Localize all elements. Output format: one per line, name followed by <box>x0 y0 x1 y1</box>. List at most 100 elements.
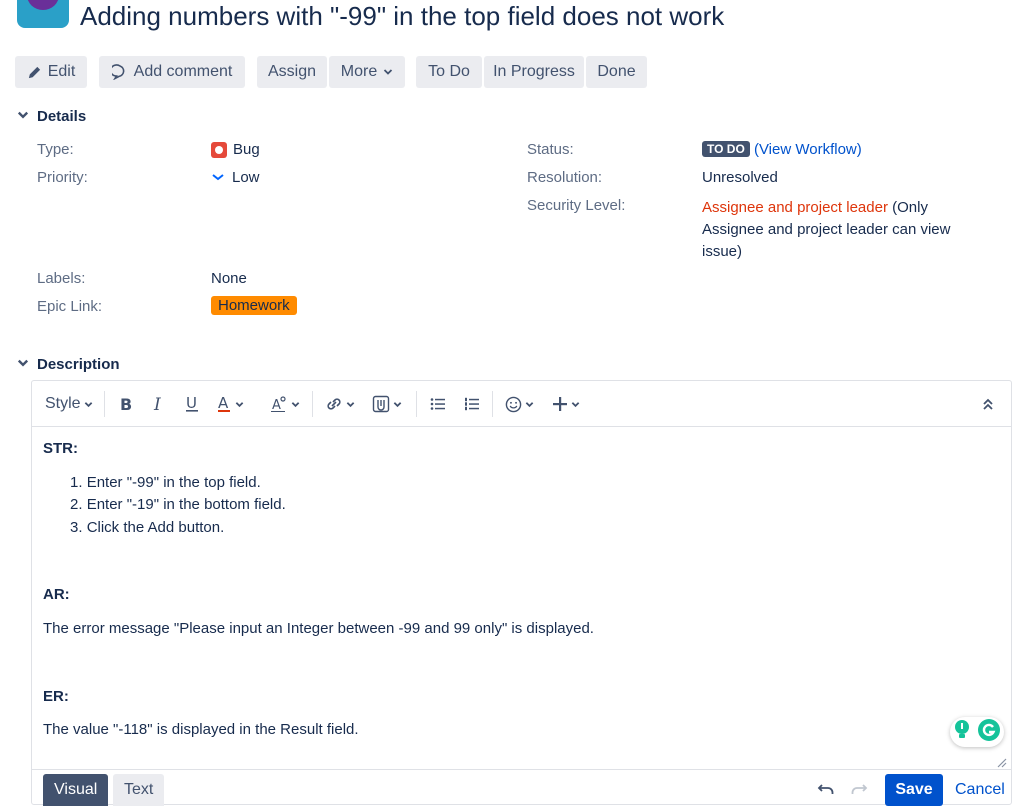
edit-label: Edit <box>47 63 76 80</box>
editor-footer: Visual Text Save Cancel <box>32 769 1011 806</box>
details-heading: Details <box>37 108 87 125</box>
lightbulb-icon[interactable] <box>953 719 971 745</box>
text-mode-tab[interactable]: Text <box>113 774 165 806</box>
collapse-toolbar-button[interactable] <box>982 393 994 415</box>
epic-link-value[interactable]: Homework <box>211 296 297 315</box>
comment-icon <box>111 64 128 80</box>
editor-content[interactable]: STR: 1. Enter "-99" in the top field. 2.… <box>32 428 1011 768</box>
toolbar-divider <box>104 391 105 417</box>
emoji-dropdown[interactable] <box>505 393 534 415</box>
more-button[interactable]: More <box>329 56 405 88</box>
text-color-dropdown[interactable]: A <box>216 393 244 415</box>
undo-icon[interactable] <box>817 782 835 800</box>
svg-text:A: A <box>218 395 229 412</box>
priority-low-icon <box>211 169 225 186</box>
str-heading: STR: <box>43 440 78 457</box>
security-note-line1: (Only <box>892 199 928 216</box>
edit-button[interactable]: Edit <box>15 56 87 88</box>
save-button[interactable]: Save <box>885 774 943 806</box>
bullet-list-icon <box>430 398 445 410</box>
toolbar-divider <box>416 391 417 417</box>
priority-label: Priority: <box>37 169 88 186</box>
attachment-dropdown[interactable] <box>372 393 402 415</box>
bold-button[interactable]: B <box>119 393 133 415</box>
svg-text:I: I <box>153 396 161 412</box>
toolbar-divider <box>492 391 493 417</box>
issue-title: Adding numbers with "-99" in the top fie… <box>80 1 725 31</box>
chevron-down-icon <box>17 356 29 373</box>
toolbar-divider <box>312 391 313 417</box>
underline-button[interactable]: U <box>184 393 200 415</box>
chevron-down-icon <box>84 401 92 407</box>
redo-icon[interactable] <box>850 782 868 800</box>
bold-icon: B <box>120 396 132 412</box>
description-editor[interactable]: Style B I U A A STR: 1. Enter "-99" in t… <box>31 380 1012 806</box>
bullet-list-button[interactable] <box>430 393 446 415</box>
more-label: More <box>340 63 378 80</box>
italic-button[interactable]: I <box>152 393 166 415</box>
bug-icon <box>211 141 227 158</box>
security-note-line2: Assignee and project leader can view <box>702 221 951 238</box>
labels-value: None <box>211 270 247 287</box>
assign-button[interactable]: Assign <box>257 56 327 88</box>
chevron-down-icon <box>525 401 534 407</box>
chevron-down-icon <box>17 108 29 125</box>
link-dropdown[interactable] <box>325 393 355 415</box>
grammarly-widget[interactable] <box>950 717 1004 747</box>
str-step-1: 1. Enter "-99" in the top field. <box>70 474 261 491</box>
priority-value: Low <box>211 169 260 186</box>
to-do-transition-button[interactable]: To Do <box>416 56 482 88</box>
er-text: The value "-118" is displayed in the Res… <box>43 721 359 738</box>
text-color-icon: A <box>218 395 230 412</box>
numbered-list-button[interactable] <box>464 393 480 415</box>
plus-icon <box>553 397 567 411</box>
type-label: Type: <box>37 141 74 158</box>
in-progress-transition-button[interactable]: In Progress <box>484 56 584 88</box>
ar-text: The error message "Please input an Integ… <box>43 620 594 637</box>
details-toggle[interactable]: Details <box>17 108 86 125</box>
more-formatting-icon: A <box>271 396 286 413</box>
chevron-down-icon <box>235 401 244 407</box>
editor-toolbar: Style B I U A A <box>32 381 1011 427</box>
numbered-list-icon <box>465 397 479 411</box>
add-comment-button[interactable]: Add comment <box>99 56 245 88</box>
more-formatting-dropdown[interactable]: A <box>270 393 300 415</box>
chevron-down-icon <box>383 67 393 77</box>
style-dropdown[interactable]: Style <box>45 393 93 415</box>
view-workflow-link[interactable]: (View Workflow) <box>754 141 862 158</box>
project-avatar[interactable] <box>17 0 69 28</box>
priority-value-text: Low <box>232 169 260 186</box>
epic-lozenge[interactable]: Homework <box>211 296 297 315</box>
chevron-down-icon <box>346 401 355 407</box>
visual-mode-tab[interactable]: Visual <box>43 774 109 806</box>
chevron-down-icon <box>291 401 300 407</box>
resolution-label: Resolution: <box>527 169 603 186</box>
insert-more-dropdown[interactable] <box>552 393 580 415</box>
attachment-icon <box>372 395 390 413</box>
double-chevron-up-icon <box>983 398 993 410</box>
chevron-down-icon <box>571 401 580 407</box>
link-icon <box>327 398 341 410</box>
pencil-icon <box>27 65 42 80</box>
ar-heading: AR: <box>43 586 70 603</box>
style-label: Style <box>45 395 81 412</box>
status-label: Status: <box>527 141 574 158</box>
security-level-label: Security Level: <box>527 197 626 214</box>
step-text: Enter "-19" in the bottom field. <box>86 496 286 513</box>
status-lozenge: TO DO <box>702 141 750 157</box>
er-heading: ER: <box>43 688 69 705</box>
cancel-button[interactable]: Cancel <box>955 774 1005 806</box>
underline-icon: U <box>186 395 198 412</box>
type-value: Bug <box>211 141 260 158</box>
str-step-3: 3. Click the Add button. <box>70 519 225 536</box>
str-step-2: 2. Enter "-19" in the bottom field. <box>70 496 286 513</box>
description-heading: Description <box>37 356 120 373</box>
step-text: Enter "-99" in the top field. <box>86 474 261 491</box>
grammarly-icon[interactable] <box>977 718 1001 746</box>
svg-text:A: A <box>272 398 281 413</box>
epic-link-label: Epic Link: <box>37 298 103 315</box>
chevron-down-icon <box>393 401 402 407</box>
description-toggle[interactable]: Description <box>17 356 120 373</box>
done-transition-button[interactable]: Done <box>586 56 647 88</box>
svg-text:U: U <box>186 395 197 412</box>
